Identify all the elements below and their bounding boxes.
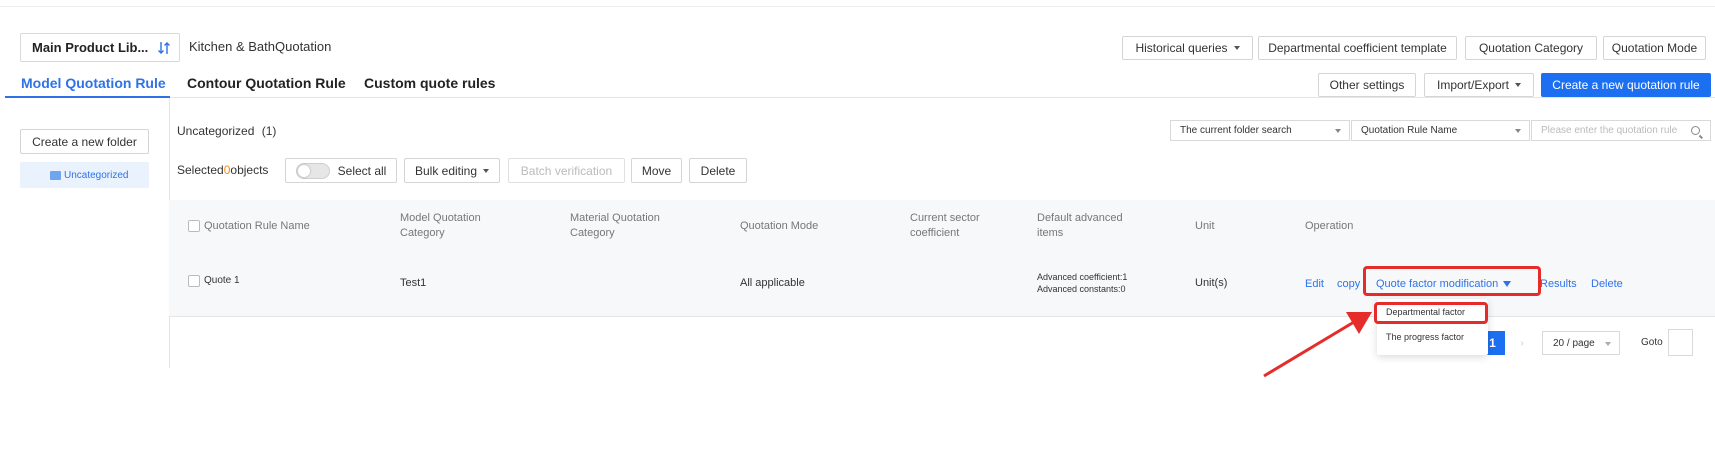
header-unit: Unit [1195,220,1215,232]
header-operation: Operation [1305,220,1354,232]
breadcrumb: Kitchen & BathQuotation [189,39,332,54]
delete-label: Delete [700,163,736,178]
header-quotation-mode: Quotation Mode [740,220,819,232]
menu-item-progress-factor[interactable]: The progress factor [1386,332,1464,342]
other-settings-button[interactable]: Other settings [1318,73,1416,97]
department-coefficient-template-button[interactable]: Departmental coefficient template [1258,36,1457,60]
department-coefficient-template-label: Departmental coefficient template [1268,41,1447,55]
row-advanced-constants: Advanced constants:0 [1037,284,1126,294]
search-input[interactable]: Please enter the quotation rule [1531,120,1711,141]
folder-title-text: Uncategorized [177,124,255,138]
swap-icon[interactable] [157,40,171,56]
header-sector-coefficient-line2: coefficient [910,227,960,239]
chevron-down-icon [1335,129,1341,133]
row-quotation-mode: All applicable [740,277,805,289]
folder-icon [50,170,61,180]
search-placeholder: Please enter the quotation rule [1541,125,1678,136]
top-divider [0,6,1715,7]
search-scope-value: The current folder search [1180,125,1292,136]
library-select-label: Main Product Lib... [32,40,149,55]
toggle-switch[interactable] [295,162,330,179]
product-library-select[interactable]: Main Product Lib... [20,33,180,62]
bulk-editing-button[interactable]: Bulk editing [404,158,500,183]
header-model-category-line1: Model Quotation [400,212,481,224]
search-field-select[interactable]: Quotation Rule Name [1351,120,1530,141]
header-model-category: Model Quotation Category [400,211,481,241]
historical-queries-button[interactable]: Historical queries [1122,36,1253,60]
row-default-advanced: Advanced coefficient:1 Advanced constant… [1037,271,1127,295]
select-all-checkbox[interactable] [188,220,200,232]
page-size-value: 20 / page [1553,337,1595,349]
chevron-down-icon [1605,342,1611,346]
batch-verification-button[interactable]: Batch verification [508,158,625,183]
header-material-category: Material Quotation Category [570,211,660,241]
goto-page-input[interactable] [1668,329,1693,356]
create-quotation-rule-button[interactable]: Create a new quotation rule [1541,73,1711,97]
highlight-box-factor [1363,266,1541,296]
folder-count: (1) [261,124,277,138]
edit-link[interactable]: Edit [1305,278,1324,290]
create-quotation-rule-label: Create a new quotation rule [1552,78,1700,92]
delete-link[interactable]: Delete [1591,278,1623,290]
selected-prefix: Selected [177,163,224,177]
select-all-toggle[interactable]: Select all [285,158,397,183]
bulk-editing-label: Bulk editing [414,163,478,178]
selected-count-info: Selected0objects [177,163,268,177]
row-rule-name: Quote 1 [204,275,240,286]
chevron-down-icon [483,168,490,173]
quotation-category-label: Quotation Category [1478,41,1584,55]
row-advanced-coefficient: Advanced coefficient:1 [1037,272,1128,282]
sidebar-item-uncategorized[interactable]: Uncategorized [20,162,149,188]
search-field-value: Quotation Rule Name [1361,125,1458,136]
header-model-category-line2: Category [400,227,445,239]
move-label: Move [641,163,672,178]
annotation-arrow-icon [1263,312,1372,378]
quotation-mode-label: Quotation Mode [1611,41,1698,55]
search-scope-select[interactable]: The current folder search [1170,120,1350,141]
header-default-advanced-line1: Default advanced [1037,212,1123,224]
delete-button[interactable]: Delete [689,158,747,183]
header-default-advanced-line2: items [1037,227,1064,239]
next-page-button[interactable]: › [1510,331,1534,355]
quotation-mode-button[interactable]: Quotation Mode [1603,36,1706,60]
quotation-category-button[interactable]: Quotation Category [1465,36,1597,60]
search-icon[interactable] [1691,126,1700,135]
select-all-label: Select all [337,163,387,178]
active-tab-indicator [5,96,170,98]
row-model-category: Test1 [400,277,427,289]
header-material-category-line1: Material Quotation [570,212,660,224]
batch-verification-label: Batch verification [520,163,613,178]
other-settings-label: Other settings [1329,78,1405,92]
chevron-down-icon [1233,46,1240,50]
row-unit: Unit(s) [1195,277,1228,289]
copy-link[interactable]: copy [1337,278,1360,290]
row-checkbox[interactable] [188,275,200,287]
move-button[interactable]: Move [631,158,682,183]
header-default-advanced: Default advanced items [1037,211,1123,241]
chevron-down-icon [1515,83,1522,87]
tab-model-quotation-rule[interactable]: Model Quotation Rule [21,75,166,91]
folder-title: Uncategorized (1) [177,124,276,138]
import-export-button[interactable]: Import/Export [1424,73,1534,97]
goto-label: Goto [1641,337,1663,348]
page-size-select[interactable]: 20 / page [1542,331,1620,355]
create-folder-button[interactable]: Create a new folder [20,129,149,154]
highlight-box-departmental [1374,302,1488,324]
results-link[interactable]: Results [1540,278,1577,290]
header-sector-coefficient: Current sector coefficient [910,211,980,241]
historical-queries-label: Historical queries [1135,41,1228,55]
chevron-down-icon [1515,129,1521,133]
header-sector-coefficient-line1: Current sector [910,212,980,224]
import-export-label: Import/Export [1436,78,1510,92]
create-folder-label: Create a new folder [32,134,137,149]
header-rule-name: Quotation Rule Name [204,220,310,232]
tab-custom-quote-rules[interactable]: Custom quote rules [364,75,495,91]
selected-suffix: objects [230,163,269,177]
folder-label: Uncategorized [64,169,129,181]
tab-contour-quotation-rule[interactable]: Contour Quotation Rule [187,75,346,91]
header-material-category-line2: Category [570,227,615,239]
tabs-divider [5,97,1715,98]
